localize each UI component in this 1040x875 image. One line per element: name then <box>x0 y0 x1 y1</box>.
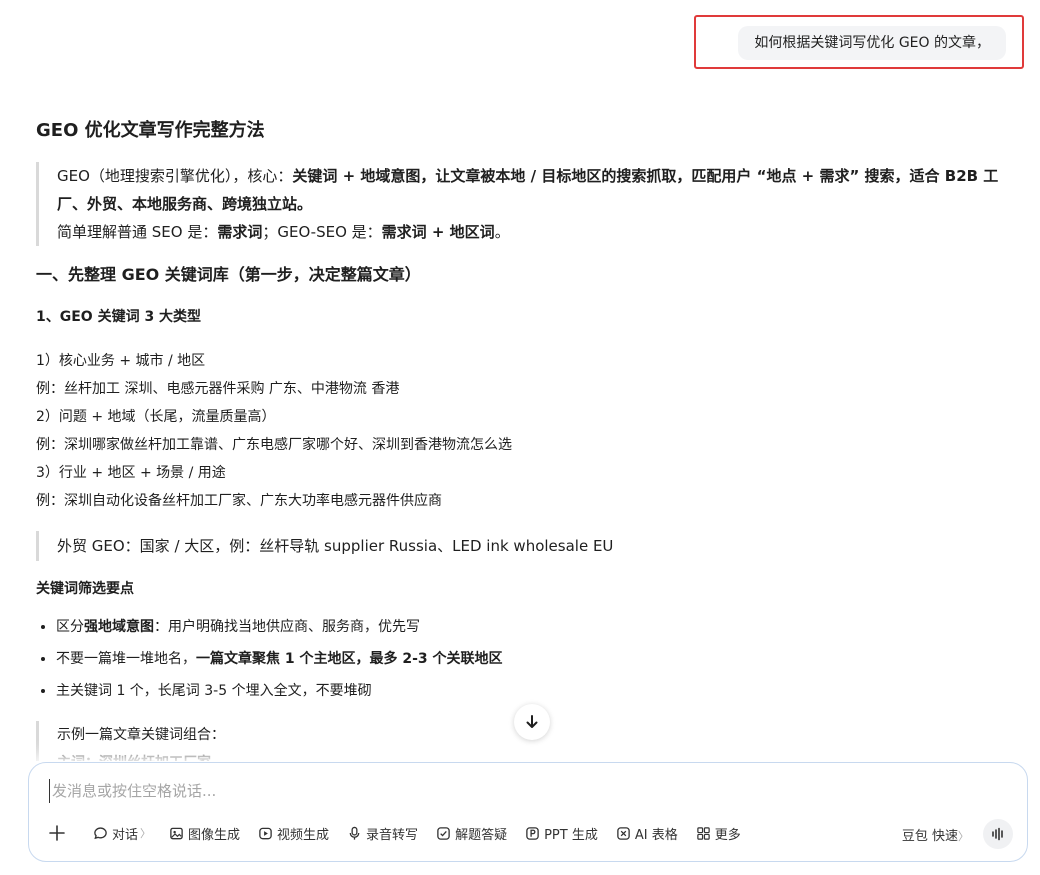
more-tools-button[interactable]: 更多 <box>696 824 741 843</box>
type-line: 例：深圳哪家做丝杆加工靠谱、广东电感厂家哪个好、深圳到香港物流怎么选 <box>36 437 512 453</box>
ppt-icon <box>526 826 539 840</box>
video-play-icon <box>259 827 272 839</box>
ppt-gen-label: PPT 生成 <box>544 827 598 843</box>
user-message-bubble[interactable]: 如何根据关键词写优化 GEO 的文章， <box>738 26 1006 60</box>
type-line: 1）核心业务 + 城市 / 地区 <box>36 353 206 369</box>
plus-icon <box>49 825 65 841</box>
audio-transcribe-label: 录音转写 <box>366 827 419 843</box>
voice-input-button[interactable] <box>983 819 1013 849</box>
section1-heading: 一、先整理 GEO 关键词库（第一步，决定整篇文章） <box>36 265 421 284</box>
scroll-to-bottom-button[interactable] <box>514 704 550 740</box>
type-line: 例：深圳自动化设备丝杆加工厂家、广东大功率电感元器件供应商 <box>36 493 442 509</box>
chat-page: 如何根据关键词写优化 GEO 的文章， GEO 优化文章写作完整方法 GEO（地… <box>0 0 1040 875</box>
message-composer: 对话〉 图像生成 视频生成 录音转写 解题答疑 PPT 生成 <box>28 762 1028 862</box>
model-label: 豆包 快速 <box>901 828 958 844</box>
audio-transcribe-button[interactable]: 录音转写 <box>347 824 418 843</box>
ppt-gen-button[interactable]: PPT 生成 <box>525 824 598 843</box>
chat-bubble-icon <box>94 826 107 839</box>
answer-title: GEO 优化文章写作完整方法 <box>36 120 265 141</box>
composer-right-tools: 豆包 快速〉 <box>902 819 1013 849</box>
type-line: 例：丝杆加工 深圳、电感元器件采购 广东、中港物流 香港 <box>36 381 400 397</box>
filter-points: 区分强地域意图：用户明确找当地供应商、服务商，优先写 不要一篇堆一堆地名，一篇文… <box>36 613 1006 709</box>
ai-sheet-label: AI 表格 <box>634 827 678 843</box>
solve-problem-button[interactable]: 解题答疑 <box>436 824 507 843</box>
ai-sheet-button[interactable]: AI 表格 <box>616 824 678 843</box>
video-gen-label: 视频生成 <box>277 827 330 843</box>
intro-prefix: GEO（地理搜索引擎优化），核心： <box>57 167 293 185</box>
image-icon <box>170 827 183 839</box>
more-tools-label: 更多 <box>714 827 741 843</box>
chevron-right-icon: 〉 <box>958 829 969 843</box>
intro-line2-bold1: 需求词 <box>217 223 263 241</box>
user-message-highlight: 如何根据关键词写优化 GEO 的文章， <box>694 15 1024 69</box>
foreign-geo-quote: 外贸 GEO：国家 / 大区，例：丝杆导轨 supplier Russia、LE… <box>36 531 1006 561</box>
video-gen-button[interactable]: 视频生成 <box>258 824 329 843</box>
chat-mode-label: 对话 <box>112 827 139 843</box>
type-line: 2）问题 + 地域（长尾，流量质量高） <box>36 409 276 425</box>
intro-line2-bold2: 需求词 + 地区词 <box>381 223 495 241</box>
example-cut-line: 主词：深圳丝杆加工厂家 <box>57 749 1006 761</box>
list-item: 区分强地域意图：用户明确找当地供应商、服务商，优先写 <box>56 613 1006 645</box>
solve-icon <box>437 826 450 840</box>
chat-mode-button[interactable]: 对话〉 <box>93 824 151 843</box>
add-attachment-button[interactable] <box>45 821 69 845</box>
arrow-down-icon <box>526 715 538 728</box>
keyword-types-list: 1）核心业务 + 城市 / 地区 例：丝杆加工 深圳、电感元器件采购 广东、中港… <box>36 347 1006 515</box>
sub1-heading: 1、GEO 关键词 3 大类型 <box>36 309 202 325</box>
p2-bold: 一篇文章聚焦 1 个主地区，最多 2-3 个关联地区 <box>196 651 503 667</box>
solve-problem-label: 解题答疑 <box>455 827 508 843</box>
intro-line2-prefix: 简单理解普通 SEO 是： <box>57 223 218 241</box>
chevron-right-icon: 〉 <box>140 827 152 840</box>
intro-quote: GEO（地理搜索引擎优化），核心：关键词 + 地域意图，让文章被本地 / 目标地… <box>36 162 1006 246</box>
p1-prefix: 区分 <box>56 619 84 635</box>
intro-paragraph: GEO（地理搜索引擎优化），核心：关键词 + 地域意图，让文章被本地 / 目标地… <box>57 162 1006 218</box>
assistant-answer: GEO 优化文章写作完整方法 GEO（地理搜索引擎优化），核心：关键词 + 地域… <box>36 112 1006 761</box>
microphone-icon <box>349 826 360 840</box>
image-gen-button[interactable]: 图像生成 <box>169 824 240 843</box>
intro-line2: 简单理解普通 SEO 是：需求词；GEO-SEO 是：需求词 + 地区词。 <box>57 218 1006 246</box>
p1-rest: ：用户明确找当地供应商、服务商，优先写 <box>154 619 420 635</box>
waveform-icon <box>992 827 1003 841</box>
model-selector[interactable]: 豆包 快速〉 <box>902 825 969 844</box>
p1-bold: 强地域意图 <box>84 619 154 635</box>
image-gen-label: 图像生成 <box>188 827 241 843</box>
message-input[interactable] <box>49 779 949 803</box>
p2-prefix: 不要一篇堆一堆地名， <box>56 651 196 667</box>
sheet-icon <box>617 826 630 840</box>
list-item: 不要一篇堆一堆地名，一篇文章聚焦 1 个主地区，最多 2-3 个关联地区 <box>56 645 1006 677</box>
grid-icon <box>696 826 710 840</box>
intro-line2-mid: ；GEO-SEO 是： <box>262 223 382 241</box>
type-line: 3）行业 + 地区 + 场景 / 用途 <box>36 465 226 481</box>
intro-line2-end: 。 <box>494 223 510 241</box>
composer-toolbar: 对话〉 图像生成 视频生成 录音转写 解题答疑 PPT 生成 AI 表格 更多 <box>45 821 759 845</box>
filter-heading: 关键词筛选要点 <box>36 581 134 597</box>
